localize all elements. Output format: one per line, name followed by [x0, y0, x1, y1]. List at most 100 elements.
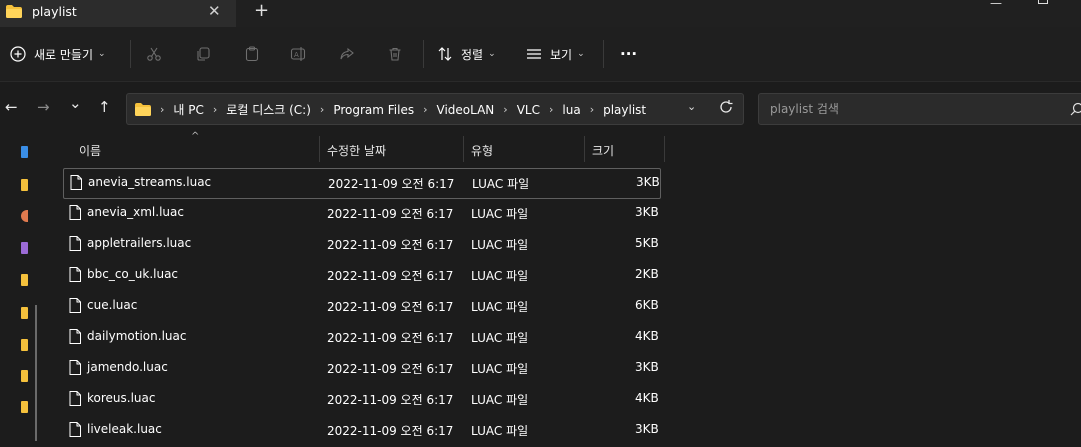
table-row[interactable]: cue.luac 2022-11-09 오전 6:17 LUAC 파일 6KB — [63, 292, 661, 323]
title-bar: playlist ✕ + — — [0, 0, 1081, 27]
nav-item-icon[interactable] — [21, 146, 28, 158]
file-icon — [69, 298, 81, 313]
nav-item-icon[interactable] — [21, 401, 28, 413]
breadcrumb-item[interactable]: VLC — [517, 103, 540, 117]
nav-item-icon[interactable] — [21, 242, 28, 254]
cut-button[interactable] — [146, 27, 162, 81]
clipboard-icon — [244, 46, 260, 62]
column-header-size[interactable]: 크기 — [585, 135, 664, 164]
file-date: 2022-11-09 오전 6:17 — [327, 205, 453, 222]
share-button[interactable] — [339, 27, 355, 81]
file-date: 2022-11-09 오전 6:17 — [327, 236, 453, 253]
new-button[interactable]: 새로 만들기 ⌄ — [10, 27, 106, 81]
file-type: LUAC 파일 — [472, 175, 529, 192]
table-row[interactable]: appletrailers.luac 2022-11-09 오전 6:17 LU… — [63, 230, 661, 261]
column-size-label: 크기 — [592, 142, 614, 159]
nav-item-icon[interactable] — [21, 274, 28, 286]
back-button[interactable]: ← — [5, 98, 18, 116]
search-box[interactable] — [758, 93, 1081, 125]
table-row[interactable]: liveleak.luac 2022-11-09 오전 6:17 LUAC 파일… — [63, 416, 661, 447]
minimize-icon[interactable]: — — [990, 0, 1002, 10]
delete-button[interactable] — [387, 27, 403, 81]
nav-item-icon[interactable] — [21, 179, 28, 191]
file-icon — [69, 422, 81, 437]
refresh-icon[interactable] — [718, 99, 734, 115]
breadcrumb: › 내 PC › 로컬 디스크 (C:) › Program Files › V… — [135, 101, 646, 118]
copy-button[interactable] — [195, 27, 211, 81]
table-row[interactable]: bbc_co_uk.luac 2022-11-09 오전 6:17 LUAC 파… — [63, 261, 661, 292]
chevron-right-icon[interactable]: › — [590, 103, 594, 116]
copy-icon — [195, 46, 211, 62]
address-bar[interactable]: › 내 PC › 로컬 디스크 (C:) › Program Files › V… — [126, 93, 744, 125]
file-type: LUAC 파일 — [471, 205, 528, 222]
file-name: anevia_xml.luac — [87, 205, 184, 219]
chevron-right-icon[interactable]: › — [423, 103, 427, 116]
folder-icon — [135, 103, 151, 116]
folder-icon — [6, 5, 22, 18]
breadcrumb-item[interactable]: 내 PC — [173, 101, 203, 118]
chevron-down-icon: ⌄ — [98, 49, 106, 59]
file-name: jamendo.luac — [87, 360, 168, 374]
tab-title: playlist — [32, 4, 77, 19]
nav-item-icon[interactable] — [21, 210, 28, 222]
search-icon[interactable] — [1070, 102, 1081, 116]
chevron-down-icon[interactable]: ⌄ — [687, 100, 696, 113]
sort-label: 정렬 — [461, 46, 483, 63]
column-header-name[interactable]: 이름 — [63, 135, 319, 164]
file-date: 2022-11-09 오전 6:17 — [327, 360, 453, 377]
file-name: liveleak.luac — [87, 422, 162, 436]
chevron-right-icon[interactable]: › — [160, 103, 164, 116]
column-header-date[interactable]: 수정한 날짜 — [320, 135, 463, 164]
chevron-down-icon: ⌄ — [488, 49, 496, 59]
more-options-button[interactable]: ··· — [620, 27, 637, 81]
breadcrumb-item[interactable]: VideoLAN — [437, 103, 495, 117]
chevron-right-icon[interactable]: › — [503, 103, 507, 116]
file-date: 2022-11-09 오전 6:17 — [327, 298, 453, 315]
command-bar: 새로 만들기 ⌄ A — [0, 27, 1081, 81]
file-date: 2022-11-09 오전 6:17 — [327, 422, 453, 439]
file-type: LUAC 파일 — [471, 391, 528, 408]
column-divider[interactable] — [664, 136, 665, 162]
sort-icon — [437, 46, 453, 62]
up-button[interactable]: ↑ — [98, 98, 111, 116]
breadcrumb-item[interactable]: playlist — [603, 103, 646, 117]
view-label: 보기 — [550, 46, 572, 63]
chevron-right-icon[interactable]: › — [213, 103, 217, 116]
recent-locations-button[interactable]: ⌄ — [69, 94, 82, 112]
file-type: LUAC 파일 — [471, 422, 528, 439]
rename-button[interactable]: A — [290, 27, 306, 81]
navigation-pane — [0, 135, 48, 441]
breadcrumb-item[interactable]: 로컬 디스크 (C:) — [226, 101, 311, 118]
maximize-icon[interactable] — [1038, 0, 1048, 4]
nav-item-icon[interactable] — [21, 307, 28, 319]
chevron-right-icon[interactable]: › — [320, 103, 324, 116]
scissors-icon — [146, 46, 162, 62]
breadcrumb-item[interactable]: lua — [562, 103, 580, 117]
view-button[interactable]: 보기 ⌄ — [526, 27, 585, 81]
breadcrumb-item[interactable]: Program Files — [333, 103, 414, 117]
sort-button[interactable]: 정렬 ⌄ — [437, 27, 496, 81]
svg-text:A: A — [294, 51, 299, 59]
file-name: appletrailers.luac — [87, 236, 191, 250]
new-tab-button[interactable]: + — [254, 0, 269, 21]
paste-button[interactable] — [244, 27, 260, 81]
table-row[interactable]: jamendo.luac 2022-11-09 오전 6:17 LUAC 파일 … — [63, 354, 661, 385]
nav-scrollbar[interactable] — [35, 305, 37, 441]
forward-button[interactable]: → — [37, 98, 50, 116]
divider — [130, 40, 131, 68]
file-name: anevia_streams.luac — [88, 175, 211, 189]
file-date: 2022-11-09 오전 6:17 — [327, 329, 453, 346]
nav-item-icon[interactable] — [21, 339, 28, 351]
column-header-type[interactable]: 유형 — [464, 135, 584, 164]
nav-item-icon[interactable] — [21, 370, 28, 382]
file-size: 5KB — [635, 236, 659, 250]
search-input[interactable] — [768, 101, 1052, 117]
share-icon — [339, 46, 355, 62]
table-row[interactable]: dailymotion.luac 2022-11-09 오전 6:17 LUAC… — [63, 323, 661, 354]
tab-playlist[interactable]: playlist ✕ — [0, 0, 236, 27]
close-tab-icon[interactable]: ✕ — [208, 2, 221, 20]
table-row[interactable]: anevia_streams.luac 2022-11-09 오전 6:17 L… — [63, 168, 661, 199]
chevron-right-icon[interactable]: › — [549, 103, 553, 116]
table-row[interactable]: anevia_xml.luac 2022-11-09 오전 6:17 LUAC … — [63, 199, 661, 230]
table-row[interactable]: koreus.luac 2022-11-09 오전 6:17 LUAC 파일 4… — [63, 385, 661, 416]
